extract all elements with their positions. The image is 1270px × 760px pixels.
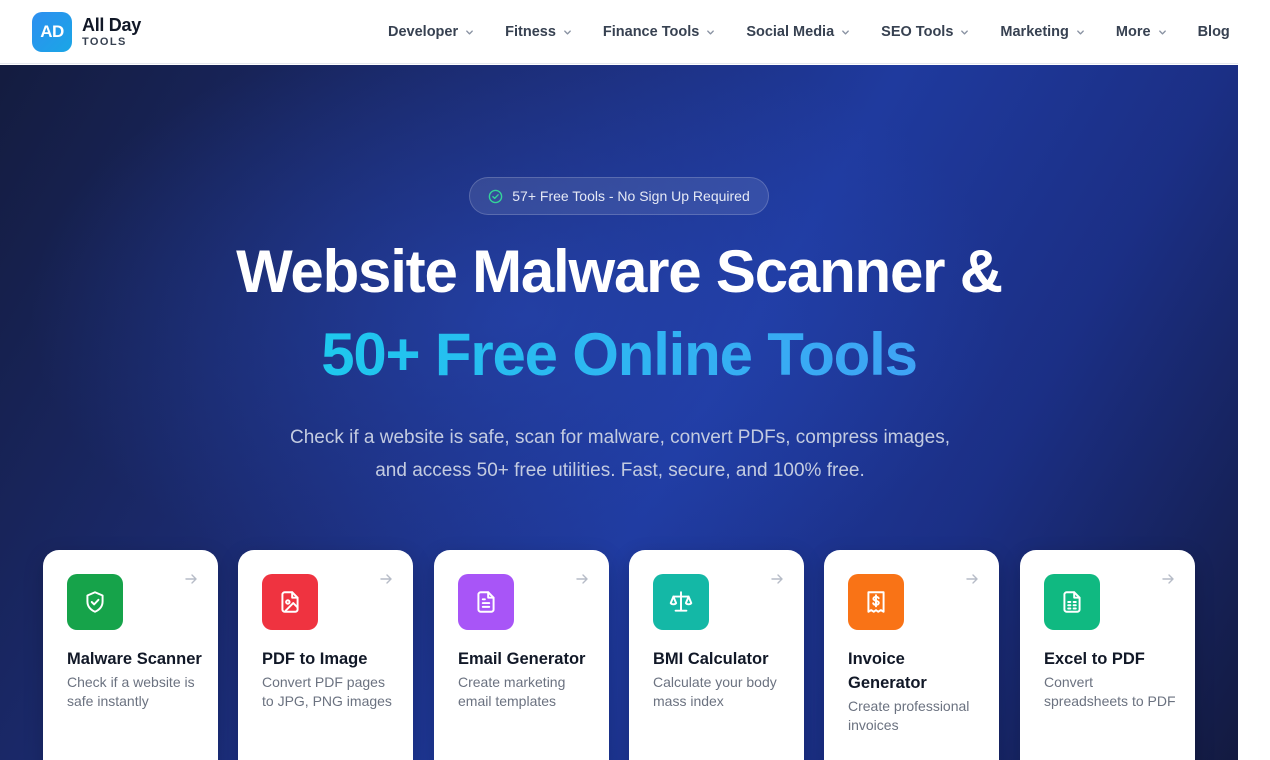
file-text-icon <box>477 591 495 613</box>
hero-section: 57+ Free Tools - No Sign Up Required Web… <box>0 65 1238 760</box>
arrow-right-icon <box>966 574 978 584</box>
nav-item-social-media[interactable]: Social Media <box>746 24 850 40</box>
card-icon-tile <box>262 574 318 630</box>
chevron-down-icon <box>466 29 473 35</box>
arrow-right-icon <box>185 574 197 584</box>
card-description: Convert PDF pages to JPG, PNG images <box>262 674 392 709</box>
nav-item-developer[interactable]: Developer <box>388 24 474 40</box>
hero-title-highlight: 50+ Free Online Tools <box>0 320 1238 389</box>
arrow-right-icon <box>771 574 783 584</box>
chevron-down-icon <box>564 29 571 35</box>
card-icon-tile <box>67 574 123 630</box>
card-title-wrap: Malware Scanner Check if a website is sa… <box>67 647 202 711</box>
card-icon-tile <box>1044 574 1100 630</box>
hero-title: Website Malware Scanner & <box>236 238 1003 305</box>
hero-title-highlight-text: 50+ Free Online Tools <box>321 321 918 388</box>
badge-text: 57+ Free Tools - No Sign Up Required <box>512 188 750 204</box>
chevron-down-icon <box>707 29 715 35</box>
logo-badge: AD <box>32 12 72 52</box>
card-icon-tile <box>653 574 709 630</box>
arrow-right-icon <box>576 574 588 584</box>
card-title-wrap: PDF to Image Convert PDF pages to JPG, P… <box>262 647 397 711</box>
nav-label: Finance Tools <box>602 24 700 40</box>
scrollbar-gutter <box>1238 0 1270 760</box>
nav-item-more[interactable]: More <box>1116 24 1167 40</box>
card-title-wrap: Excel to PDF Convert spreadsheets to PDF <box>1044 647 1179 711</box>
chevron-down-icon <box>842 29 850 35</box>
card-description: Convert spreadsheets to PDF <box>1044 674 1176 709</box>
card-title: BMI Calculator <box>653 650 769 668</box>
nav-label: Social Media <box>746 24 835 40</box>
nav-label: More <box>1115 24 1151 40</box>
shield-check-icon <box>86 591 104 613</box>
main-nav: Developer Fitness Finance Tools Social M… <box>388 0 1230 64</box>
card-title-wrap: Email Generator Create marketing email t… <box>458 647 593 711</box>
card-title: Invoice Generator <box>848 650 927 692</box>
arrow-right-icon <box>1162 574 1174 584</box>
arrow-right-icon <box>380 574 392 584</box>
card-title: PDF to Image <box>262 650 368 668</box>
card-description: Check if a website is safe instantly <box>67 674 195 709</box>
card-icon-tile <box>458 574 514 630</box>
receipt-icon <box>867 591 885 613</box>
spreadsheet-icon <box>1063 591 1081 613</box>
card-description: Create professional invoices <box>848 698 970 733</box>
file-image-icon <box>281 591 299 613</box>
logo-link[interactable]: AD All Day TOOLS <box>32 12 141 52</box>
card-title: Excel to PDF <box>1044 650 1145 668</box>
check-circle-icon <box>488 189 503 203</box>
nav-label: SEO Tools <box>881 24 954 40</box>
card-description: Calculate your body mass index <box>653 674 777 709</box>
scale-icon <box>669 591 693 612</box>
hero-subtitle: Check if a website is safe, scan for mal… <box>290 427 950 481</box>
nav-label: Fitness <box>505 24 556 40</box>
nav-label: Blog <box>1197 24 1230 40</box>
nav-label: Marketing <box>1000 24 1069 40</box>
card-description: Create marketing email templates <box>458 674 566 709</box>
tool-card-malware-scanner[interactable]: Malware Scanner Check if a website is sa… <box>43 550 218 760</box>
chevron-down-icon <box>961 29 969 35</box>
tool-card-pdf-to-image[interactable]: PDF to Image Convert PDF pages to JPG, P… <box>238 550 413 760</box>
card-title: Email Generator <box>458 650 586 668</box>
logo-text: All Day TOOLS <box>82 16 141 48</box>
card-title-wrap: BMI Calculator Calculate your body mass … <box>653 647 788 711</box>
brand-sub: TOOLS <box>82 36 127 48</box>
card-title-wrap: Invoice Generator Create professional in… <box>848 647 983 735</box>
nav-item-finance-tools[interactable]: Finance Tools <box>603 24 715 40</box>
free-tools-badge: 57+ Free Tools - No Sign Up Required <box>469 177 769 215</box>
tool-card-email-generator[interactable]: Email Generator Create marketing email t… <box>434 550 609 760</box>
tool-card-excel-to-pdf[interactable]: Excel to PDF Convert spreadsheets to PDF <box>1020 550 1195 760</box>
card-title: Malware Scanner <box>67 650 202 668</box>
nav-item-marketing[interactable]: Marketing <box>1000 24 1085 40</box>
tool-card-bmi-calculator[interactable]: BMI Calculator Calculate your body mass … <box>629 550 804 760</box>
brand-name: All Day <box>82 15 141 35</box>
nav-item-blog[interactable]: Blog <box>1198 24 1230 40</box>
nav-item-fitness[interactable]: Fitness <box>505 24 572 40</box>
nav-item-seo-tools[interactable]: SEO Tools <box>881 24 969 40</box>
card-icon-tile <box>848 574 904 630</box>
nav-label: Developer <box>388 24 459 40</box>
site-header: AD All Day TOOLS Developer Fitness Finan… <box>0 0 1238 64</box>
tool-card-invoice-generator[interactable]: Invoice Generator Create professional in… <box>824 550 999 760</box>
chevron-down-icon <box>1077 29 1084 35</box>
chevron-down-icon <box>1158 29 1166 35</box>
